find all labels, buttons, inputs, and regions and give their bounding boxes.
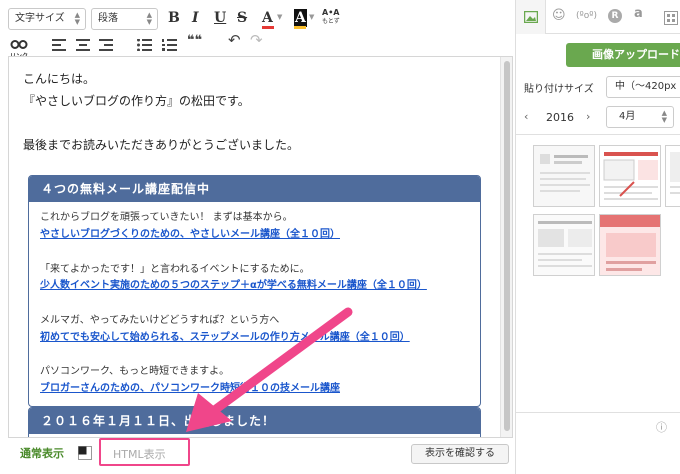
paste-size-select[interactable]: 中（〜420px xyxy=(606,76,680,98)
tab-text-face[interactable]: (ºoº) xyxy=(576,8,597,24)
bullet-list-icon xyxy=(137,38,152,52)
select-arrows-icon: ▲ ▼ xyxy=(661,109,667,124)
image-thumbnail[interactable] xyxy=(533,214,595,276)
body-text-closing: 最後までお読みいただきありがとうございました。 xyxy=(23,138,300,152)
redo-button[interactable]: ↷ xyxy=(250,33,263,48)
align-center-button[interactable] xyxy=(76,36,90,51)
divider xyxy=(516,134,680,135)
divider xyxy=(516,412,680,413)
tab-rakuten[interactable]: R xyxy=(608,9,622,23)
thumbnail-preview xyxy=(534,146,594,206)
next-month-icon[interactable]: › xyxy=(586,110,590,123)
thumbnail-preview xyxy=(600,146,660,206)
chevron-down-icon: ▼ xyxy=(277,13,283,21)
html-toggle-icon[interactable] xyxy=(78,446,92,460)
underline-button[interactable]: U xyxy=(214,9,226,27)
strikethrough-button[interactable]: S xyxy=(237,9,247,27)
paragraph-label: 段落 xyxy=(98,13,118,24)
thumbnail-preview xyxy=(534,215,594,275)
image-panel-tabs: ☺ (ºoº) R a xyxy=(516,0,680,34)
year-label: 2016 xyxy=(546,111,574,124)
course-description: パソコンワーク、もっと時短できますよ。 xyxy=(40,366,230,377)
emoji-smile-icon[interactable]: ☺ xyxy=(552,8,566,24)
html-view-tab[interactable]: HTML表示 xyxy=(99,438,190,466)
editor-bottom-bar: 通常表示 HTML表示 表示を確認する xyxy=(0,438,515,474)
preview-button[interactable]: 表示を確認する xyxy=(411,444,509,464)
publication-header: ２０１６年１月１１日、出版しました！ xyxy=(29,408,480,434)
link-button[interactable]: リンク xyxy=(10,34,32,60)
image-panel: ☺ (ºoº) R a 画像アップロード 貼り付けサイズ 中（〜420px ‹ … xyxy=(515,0,680,474)
course-link[interactable]: 初めてでも安心して始められる、ステップメールの作り方メール講座（全１０回） xyxy=(40,331,410,345)
font-size-label: 文字サイズ xyxy=(15,13,65,24)
course-description: これからブログを頑張っていきたい！ まずは基本から。 xyxy=(40,212,293,223)
info-icon[interactable]: ⓘ xyxy=(656,419,667,435)
image-upload-button[interactable]: 画像アップロード xyxy=(566,43,680,67)
body-text-greeting: こんにちは。 xyxy=(23,72,96,86)
image-thumbnail[interactable] xyxy=(599,145,661,207)
text-color-icon: A xyxy=(262,10,273,26)
chevron-down-icon: ▼ xyxy=(309,13,315,21)
course-description: 「来てよかったです！」と言われるイベントにするために。 xyxy=(40,264,310,275)
normal-view-tab[interactable]: 通常表示 xyxy=(20,445,64,461)
thumbnail-preview xyxy=(600,215,660,275)
body-text-intro: 『やさしいブログの作り方』の松田です。 xyxy=(23,94,250,108)
text-color-swatch xyxy=(262,26,274,29)
image-thumbnail[interactable] xyxy=(599,214,661,276)
ruby-sub-label: もとず xyxy=(322,18,340,25)
html-view-label: HTML表示 xyxy=(113,448,166,461)
numbered-list-button[interactable] xyxy=(162,36,177,51)
thumbnail-preview xyxy=(666,146,680,206)
select-arrows-icon: ▲ ▼ xyxy=(74,11,80,26)
undo-button[interactable]: ↶ xyxy=(228,33,241,48)
align-right-icon xyxy=(99,39,113,51)
paragraph-select[interactable]: 段落 ▲ ▼ xyxy=(91,8,158,30)
bg-color-button[interactable]: A ▼ xyxy=(292,9,318,29)
month-label: 4月 xyxy=(619,111,636,122)
select-arrows-icon: ▲ ▼ xyxy=(146,11,152,26)
ruby-button[interactable]: A•A もとず xyxy=(322,8,346,30)
italic-button[interactable]: I xyxy=(192,9,199,27)
align-left-icon xyxy=(52,39,66,51)
course-description: メルマガ、やってみたいけどどうすれば？という方へ xyxy=(40,315,280,326)
editor-area[interactable]: こんにちは。 『やさしいブログの作り方』の松田です。 最後までお読みいただきあり… xyxy=(8,56,513,438)
course-link[interactable]: 少人数イベント実施のための５つのステップ＋αが学べる無料メール講座（全１０回） xyxy=(40,279,427,293)
bold-button[interactable]: B xyxy=(168,9,180,27)
editor-toolbar: 文字サイズ ▲▼ 段落 ▲▼ B I U S A ▼ A ▼ A•A もとず xyxy=(0,0,515,60)
bg-color-swatch xyxy=(294,26,306,29)
month-select[interactable]: 4月 ▲ ▼ xyxy=(606,106,674,128)
course-link[interactable]: やさしいブログづくりのための、やさしいメール講座（全１０回） xyxy=(40,228,340,242)
tab-image[interactable] xyxy=(516,0,546,34)
align-center-icon xyxy=(76,39,90,51)
numbered-list-icon xyxy=(162,39,177,51)
link-icon xyxy=(10,40,28,49)
text-color-button[interactable]: A ▼ xyxy=(260,9,286,29)
mail-course-header: ４つの無料メール講座配信中 xyxy=(29,176,480,202)
tab-amazon[interactable]: a xyxy=(634,6,643,22)
bg-color-icon: A xyxy=(294,9,307,27)
bullet-list-button[interactable] xyxy=(137,36,152,52)
blog-editor: 文字サイズ ▲▼ 段落 ▲▼ B I U S A ▼ A ▼ A•A もとず xyxy=(0,0,680,474)
ruby-icon: A•A xyxy=(322,8,340,17)
publication-box: ２０１６年１月１１日、出版しました！ xyxy=(28,407,481,437)
quote-button[interactable]: ❝❝ xyxy=(187,34,202,48)
grid-icon[interactable] xyxy=(664,11,678,25)
image-thumbnail[interactable] xyxy=(533,145,595,207)
scrollbar-thumb[interactable] xyxy=(504,61,510,431)
paste-size-label: 貼り付けサイズ xyxy=(524,84,594,95)
image-icon xyxy=(524,11,538,23)
mail-course-box: ４つの無料メール講座配信中 これからブログを頑張っていきたい！ まずは基本から。… xyxy=(28,175,481,407)
align-right-button[interactable] xyxy=(99,36,113,51)
prev-month-icon[interactable]: ‹ xyxy=(524,110,528,123)
course-link[interactable]: ブロガーさんのための、パソコンワーク時短術１０の技メール講座 xyxy=(40,382,340,396)
editor-scrollbar[interactable] xyxy=(500,57,512,437)
align-left-button[interactable] xyxy=(52,36,66,51)
image-thumbnail[interactable] xyxy=(665,145,680,207)
font-size-select[interactable]: 文字サイズ ▲ ▼ xyxy=(8,8,86,30)
